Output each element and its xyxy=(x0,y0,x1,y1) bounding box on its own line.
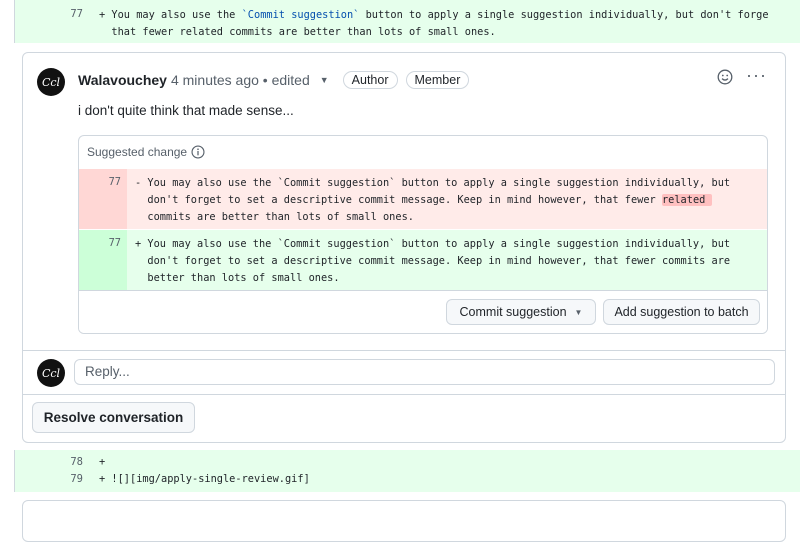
suggested-change-header: Suggested change xyxy=(87,145,205,159)
word-highlight: related xyxy=(661,194,712,206)
info-icon[interactable] xyxy=(191,145,205,159)
next-thread-box xyxy=(22,500,786,542)
commit-suggestion-button[interactable]: Commit suggestion ▼ xyxy=(446,299,596,325)
diff-text: + You may also use the `Commit suggestio… xyxy=(135,238,731,250)
member-badge: Member xyxy=(405,71,470,89)
comment-header: Walavouchey 4 minutes ago • edited ▼ Aut… xyxy=(78,71,470,89)
diff-added-block-top: 77 + You may also use the `Commit sugges… xyxy=(14,0,800,43)
review-thread: Ccl Walavouchey 4 minutes ago • edited ▼… xyxy=(22,52,786,443)
chevron-down-icon[interactable]: ▼ xyxy=(320,75,329,85)
more-options-icon[interactable]: ··· xyxy=(746,65,767,86)
avatar[interactable]: Ccl xyxy=(37,359,65,387)
diff-text: better than lots of small ones. xyxy=(147,272,340,284)
line-number: 77 xyxy=(108,237,121,249)
line-number[interactable]: 78 xyxy=(70,456,83,468)
suggested-change-box: Suggested change 77 - You may also use t… xyxy=(78,135,768,334)
line-number: 77 xyxy=(108,176,121,188)
deleted-line: 77 - You may also use the `Commit sugges… xyxy=(79,169,767,229)
diff-text: - You may also use the `Commit suggestio… xyxy=(135,177,731,189)
added-code: + You may also use the `Commit suggestio… xyxy=(135,236,730,287)
author-name[interactable]: Walavouchey xyxy=(78,72,167,88)
deleted-code: - You may also use the `Commit suggestio… xyxy=(135,175,730,226)
diff-text: + ![][img/apply-single-review.gif] xyxy=(99,473,310,485)
line-numbers: 78 79 xyxy=(15,454,83,488)
author-badge: Author xyxy=(342,71,398,89)
line-number[interactable]: 79 xyxy=(70,473,83,485)
add-suggestion-to-batch-button[interactable]: Add suggestion to batch xyxy=(603,299,760,325)
diff-code: + You may also use the `Commit suggestio… xyxy=(99,7,769,41)
divider xyxy=(23,394,785,395)
avatar[interactable]: Ccl xyxy=(37,68,65,96)
diff-text: don't forget to set a descriptive commit… xyxy=(147,194,662,206)
resolve-conversation-button[interactable]: Resolve conversation xyxy=(32,402,195,433)
diff-text: don't forget to set a descriptive commit… xyxy=(147,255,731,267)
smiley-icon[interactable] xyxy=(717,69,733,85)
diff-text: that fewer related commits are better th… xyxy=(111,26,496,38)
diff-added-block-bottom: 78 79 + + ![][img/apply-single-review.gi… xyxy=(14,450,800,492)
line-number[interactable]: 77 xyxy=(15,8,83,20)
added-line: 77 + You may also use the `Commit sugges… xyxy=(79,230,767,290)
comment-body: i don't quite think that made sense... xyxy=(78,103,294,118)
reply-input[interactable]: Reply... xyxy=(74,359,775,385)
diff-text: + You may also use the xyxy=(99,9,242,21)
diff-text: commits are better than lots of small on… xyxy=(147,211,414,223)
inline-code: `Commit suggestion` xyxy=(241,9,360,21)
chevron-down-icon: ▼ xyxy=(574,307,583,317)
diff-text: + xyxy=(99,456,106,468)
comment-timestamp[interactable]: 4 minutes ago • edited xyxy=(171,72,310,88)
divider xyxy=(23,350,785,351)
suggestion-actions: Commit suggestion ▼ Add suggestion to ba… xyxy=(79,290,767,333)
diff-code: + + ![][img/apply-single-review.gif] xyxy=(99,454,310,488)
diff-text: button to apply a single suggestion indi… xyxy=(359,9,769,21)
suggested-change-label: Suggested change xyxy=(87,145,188,159)
commit-suggestion-label: Commit suggestion xyxy=(459,305,567,319)
